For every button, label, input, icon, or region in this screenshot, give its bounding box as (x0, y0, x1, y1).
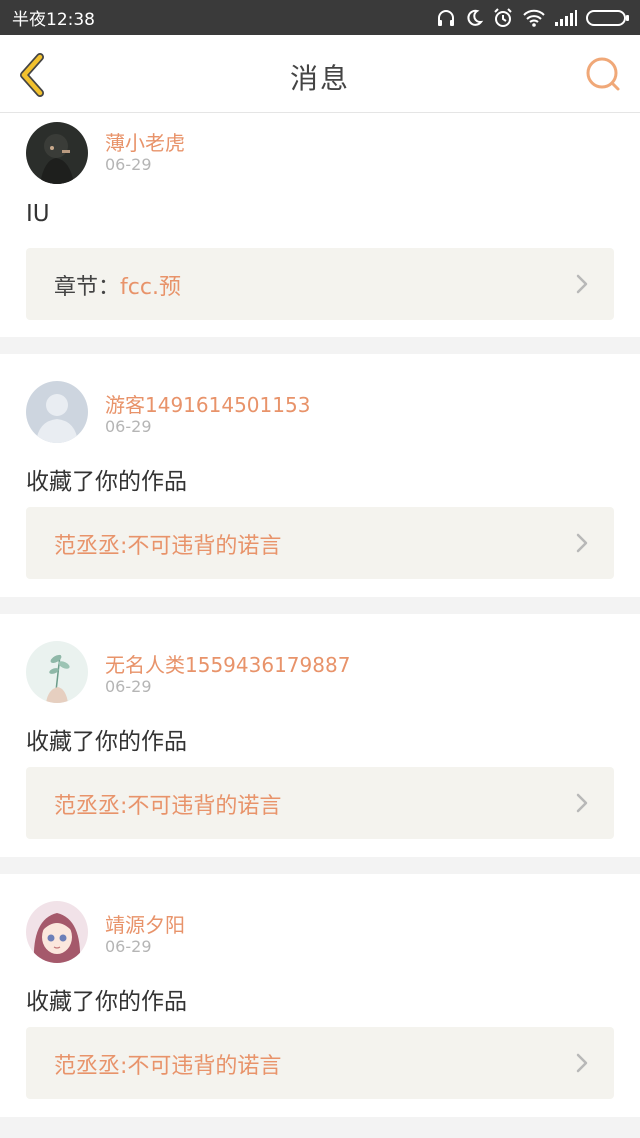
message-card: 薄小老虎 06-29 IU 章节：fcc.预 (0, 113, 640, 337)
link-text: 范丞丞:不可违背的诺言 (54, 1048, 281, 1080)
avatar[interactable] (26, 381, 88, 443)
message-feed: 薄小老虎 06-29 IU 章节：fcc.预 游客1491614501153 0… (0, 113, 640, 1134)
message-content: 收藏了你的作品 (26, 469, 187, 495)
link-title: fcc.预 (120, 275, 181, 300)
message-card: 无名人类1559436179887 06-29 收藏了你的作品 范丞丞:不可违背… (0, 614, 640, 857)
headphones-icon (438, 9, 454, 26)
message-content: 收藏了你的作品 (26, 989, 187, 1015)
avatar[interactable] (26, 122, 88, 184)
search-button[interactable] (584, 55, 624, 95)
message-content: IU (26, 201, 50, 227)
nav-bar: 消息 (0, 35, 640, 113)
avatar[interactable] (26, 641, 88, 703)
chapter-link[interactable]: 章节：fcc.预 (26, 248, 614, 320)
link-prefix: 章节： (54, 275, 121, 300)
wifi-icon (523, 9, 545, 27)
username[interactable]: 无名人类1559436179887 (105, 649, 350, 678)
username[interactable]: 靖源夕阳 (105, 909, 185, 938)
message-date: 06-29 (105, 417, 152, 436)
search-icon (586, 57, 620, 91)
link-text: 范丞丞:不可违背的诺言 (54, 528, 281, 560)
link-text: 章节：fcc.预 (54, 269, 181, 301)
avatar[interactable] (26, 901, 88, 963)
message-content: 收藏了你的作品 (26, 729, 187, 755)
chevron-right-icon (576, 793, 588, 813)
work-link[interactable]: 范丞丞:不可违背的诺言 (26, 767, 614, 839)
chevron-right-icon (576, 1053, 588, 1073)
message-card: 游客1491614501153 06-29 收藏了你的作品 范丞丞:不可违背的诺… (0, 354, 640, 597)
message-date: 06-29 (105, 937, 152, 956)
status-time: 半夜12:38 (12, 10, 95, 30)
link-title: 范丞丞:不可违背的诺言 (54, 534, 282, 559)
message-card: 靖源夕阳 06-29 收藏了你的作品 范丞丞:不可违背的诺言 (0, 874, 640, 1117)
alarm-icon (494, 7, 512, 27)
username[interactable]: 薄小老虎 (105, 127, 185, 156)
link-title: 范丞丞:不可违背的诺言 (54, 794, 282, 819)
message-date: 06-29 (105, 677, 152, 696)
link-title: 范丞丞:不可违背的诺言 (54, 1054, 282, 1079)
username[interactable]: 游客1491614501153 (105, 389, 310, 418)
work-link[interactable]: 范丞丞:不可违背的诺言 (26, 507, 614, 579)
chevron-right-icon (576, 533, 588, 553)
link-text: 范丞丞:不可违背的诺言 (54, 788, 281, 820)
battery-icon (586, 9, 629, 26)
chevron-right-icon (576, 274, 588, 294)
moon-icon (467, 9, 484, 26)
status-icons (436, 7, 630, 29)
page-title: 消息 (289, 62, 350, 95)
signal-icon (555, 9, 577, 26)
message-date: 06-29 (105, 155, 152, 174)
work-link[interactable]: 范丞丞:不可违背的诺言 (26, 1027, 614, 1099)
status-bar: 半夜12:38 (0, 0, 640, 35)
